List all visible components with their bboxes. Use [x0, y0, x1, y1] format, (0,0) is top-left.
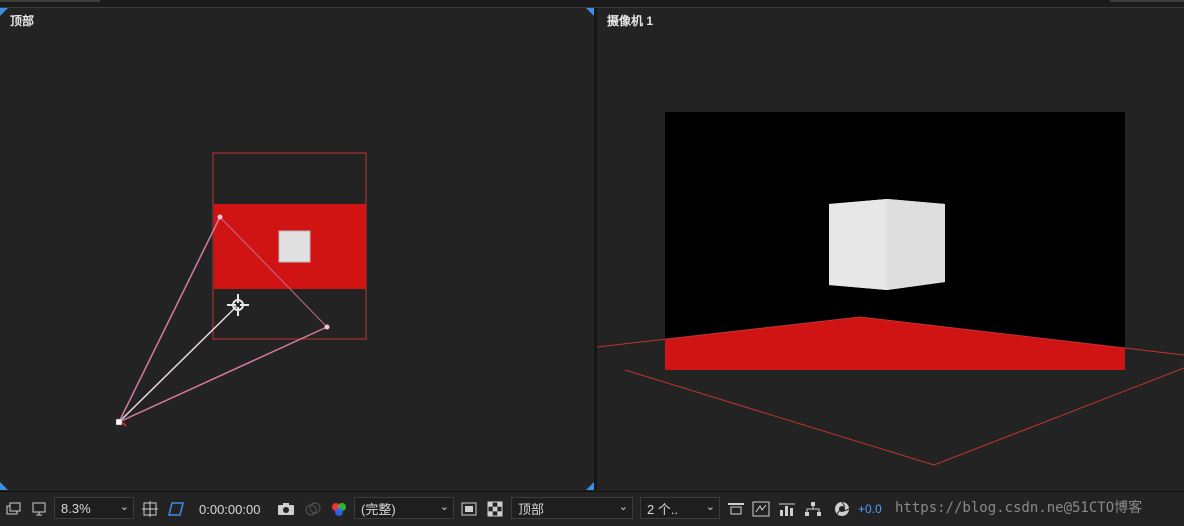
watermark-text: https://blog.csdn.ne@51CTO博客 — [895, 500, 1143, 516]
floor-outline — [624, 367, 1184, 466]
corner-marker — [0, 8, 8, 16]
cube-layer[interactable] — [278, 230, 311, 263]
camera-frustum-line — [118, 216, 221, 423]
color-channels-icon[interactable] — [330, 498, 348, 520]
show-snapshot-icon[interactable] — [304, 498, 322, 520]
monitor-icon[interactable] — [31, 498, 47, 520]
chevron-down-icon: ⌄ — [439, 501, 449, 513]
view-value: 顶部 — [518, 501, 545, 517]
corner-marker — [586, 8, 594, 16]
layers-icon[interactable] — [6, 498, 22, 520]
frustum-handle[interactable] — [217, 214, 223, 220]
toggle-view-options-icon[interactable] — [727, 498, 745, 520]
transparency-grid-icon[interactable] — [487, 498, 503, 520]
tab-indicator — [0, 0, 100, 2]
resolution-dropdown[interactable]: (完整) ⌄ — [354, 497, 454, 519]
camera-axis-x — [121, 421, 127, 427]
timecode[interactable]: 0:00:00:00 — [199, 498, 260, 520]
cube-face — [829, 199, 887, 290]
reset-exposure-icon[interactable] — [752, 498, 770, 520]
layout-value: 2 个.. — [647, 501, 679, 517]
view-label: 顶部 — [10, 14, 35, 28]
corner-marker — [0, 482, 8, 490]
shutter-icon[interactable] — [834, 498, 850, 520]
camera-frustum-line — [118, 326, 328, 423]
region-icon[interactable] — [166, 498, 186, 520]
panel-top-strip — [0, 0, 1184, 8]
cube-face — [887, 199, 945, 290]
zoom-value: 8.3% — [61, 500, 91, 516]
snapshot-icon[interactable] — [277, 498, 295, 520]
view-label: 摄像机 1 — [607, 14, 654, 28]
top-view-viewer[interactable]: 顶部 — [0, 8, 594, 490]
fast-preview-icon[interactable] — [461, 498, 477, 520]
chevron-down-icon: ⌄ — [119, 501, 129, 513]
zoom-dropdown[interactable]: 8.3% ⌄ — [54, 497, 134, 519]
chevron-down-icon: ⌄ — [705, 501, 715, 513]
grid-icon[interactable] — [141, 498, 159, 520]
comp-flowchart-icon[interactable] — [778, 498, 796, 520]
chevron-down-icon: ⌄ — [618, 501, 628, 513]
camera-aim-line — [118, 304, 239, 423]
corner-marker — [586, 482, 594, 490]
flowchart-icon[interactable] — [804, 498, 822, 520]
camera-position-handle[interactable] — [115, 418, 123, 426]
camera-view-scene — [597, 112, 1184, 466]
view-dropdown[interactable]: 顶部 ⌄ — [511, 497, 633, 519]
top-view-scene — [0, 8, 594, 490]
exposure-value[interactable]: +0.0 — [858, 498, 882, 520]
resolution-value: (完整) — [361, 501, 396, 517]
tab-indicator — [1110, 0, 1184, 2]
layout-dropdown[interactable]: 2 个.. ⌄ — [640, 497, 720, 519]
camera-view-viewer[interactable]: 摄像机 1 — [597, 8, 1184, 490]
frustum-handle[interactable] — [324, 324, 330, 330]
